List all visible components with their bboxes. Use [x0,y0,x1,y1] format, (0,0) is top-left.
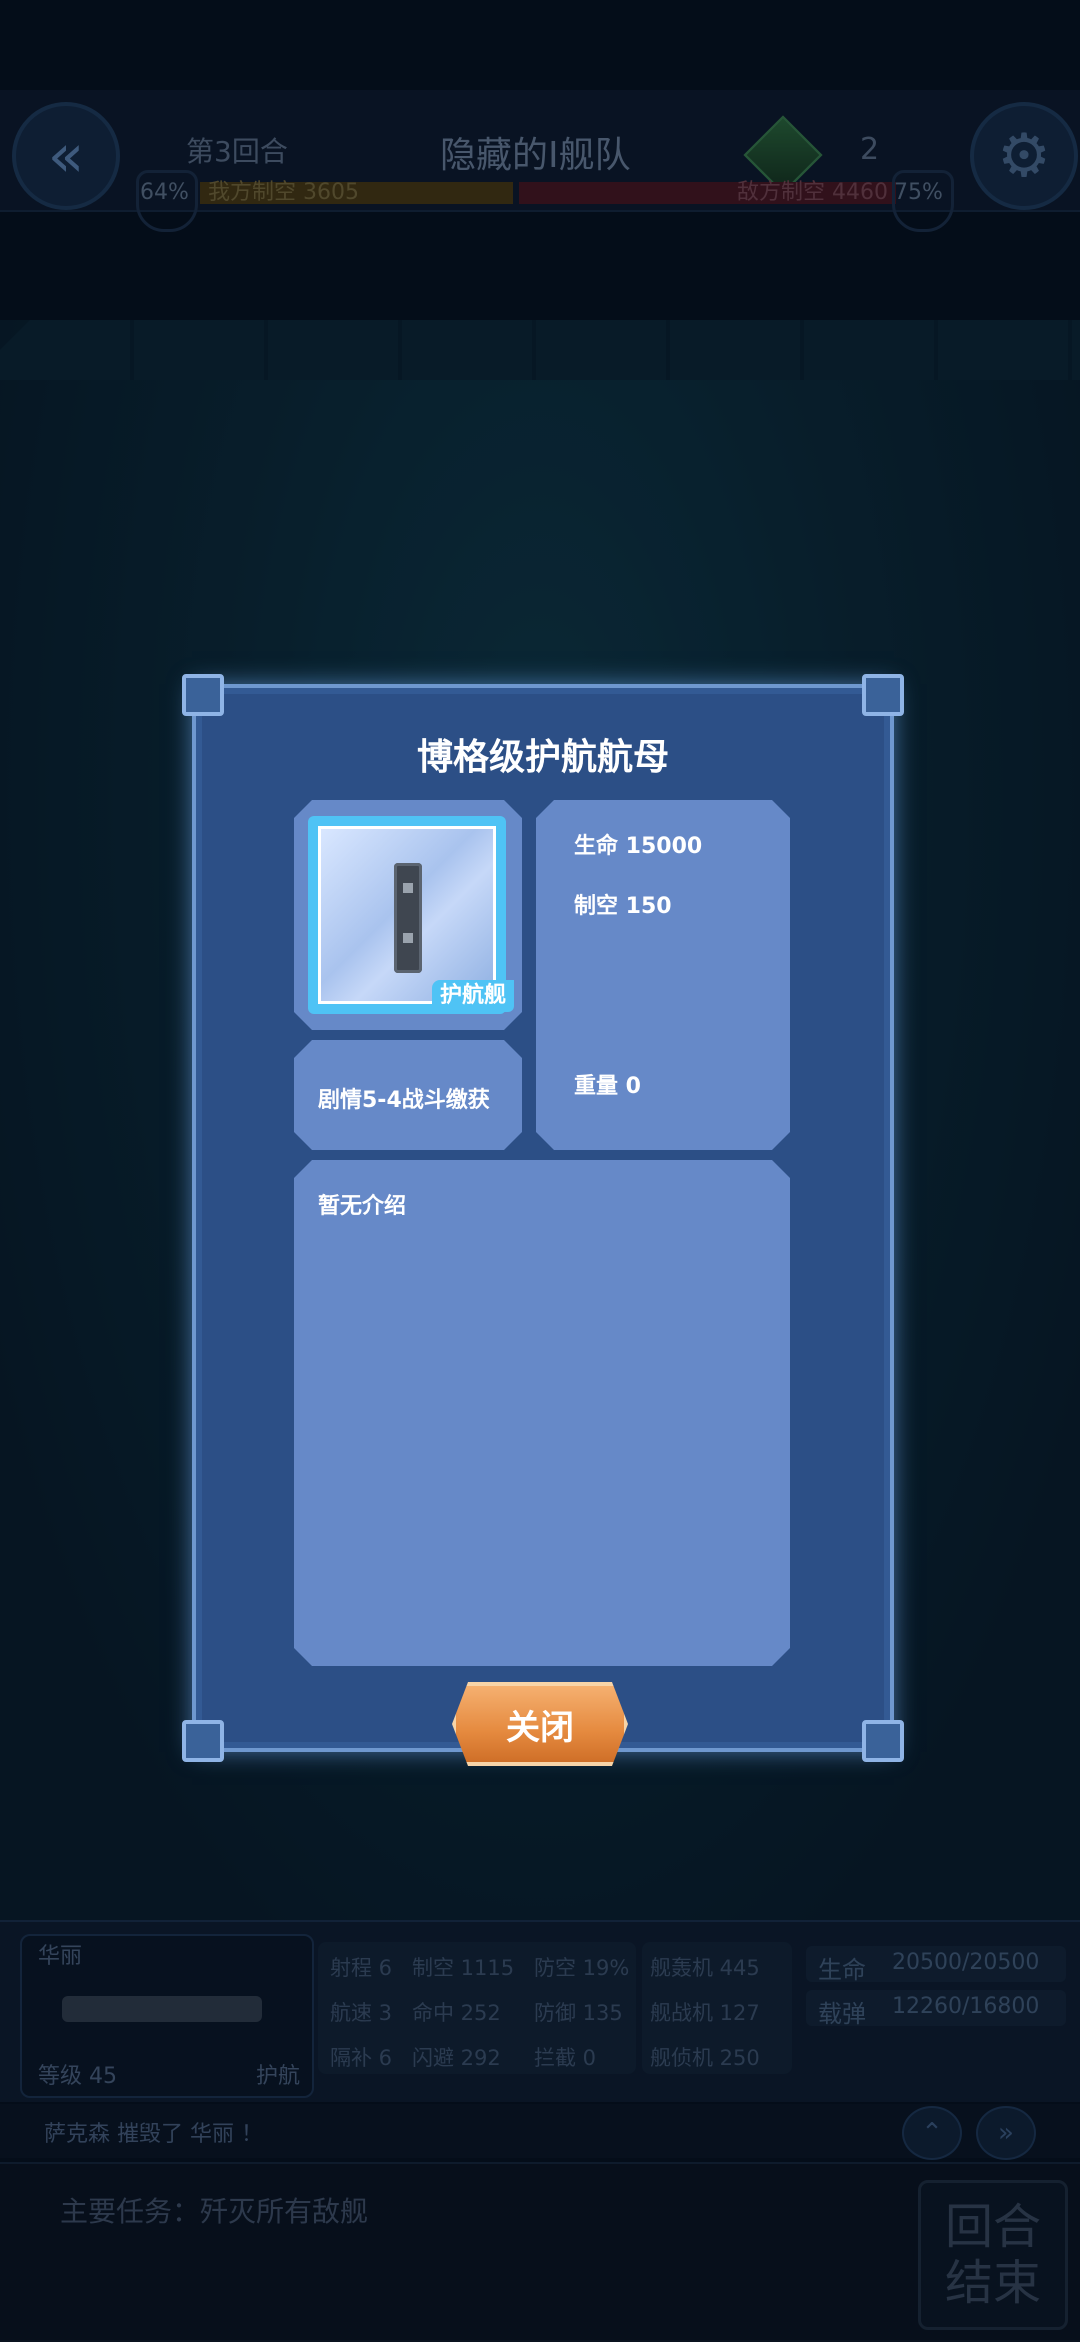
ship-info-dialog: 博格级护航航母 护航舰 生命 15000 制空 150 重量 0 剧情5-4战斗… [182,674,904,1762]
dialog-title: 博格级护航航母 [416,737,669,778]
corner-ornament [862,1720,904,1762]
ship-class-tag: 护航舰 [432,980,515,1012]
corner-ornament [862,674,904,716]
close-button[interactable]: 关闭 [452,1682,628,1766]
ship-description-panel [294,1160,790,1666]
carrier-icon [394,863,422,973]
ship-hp: 生命 15000 [574,834,703,859]
ship-description: 暂无介绍 [318,1194,407,1219]
corner-ornament [182,674,224,716]
ship-source: 剧情5-4战斗缴获 [318,1088,490,1113]
ship-air: 制空 150 [574,894,672,919]
corner-ornament [182,1720,224,1762]
ship-weight: 重量 0 [574,1074,641,1099]
